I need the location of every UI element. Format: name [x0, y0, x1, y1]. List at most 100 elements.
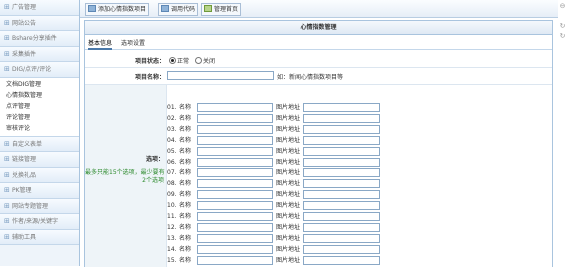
option-name-input[interactable]: [197, 113, 273, 123]
option-name-input[interactable]: [197, 179, 273, 189]
call-code-button[interactable]: 调用代码: [158, 3, 199, 16]
option-name-input[interactable]: [197, 124, 273, 134]
mood-index-panel: 心情指数管理 基本信息 选项设置 项目状态： 正常 关闭 项目名称： 如：新闻心…: [84, 20, 553, 267]
option-name-input[interactable]: [197, 190, 273, 200]
sidebar-group[interactable]: ⊞ 兑换礼品: [0, 167, 79, 183]
sidebar-group[interactable]: ⊞ 链接管理: [0, 152, 79, 168]
option-name-input[interactable]: [197, 135, 273, 145]
options-hint-line2: 2个选项: [142, 177, 164, 184]
sidebar-group[interactable]: ⊞ DIG/点评/评论: [0, 62, 79, 78]
option-row: 06. 名称 图片地址: [167, 157, 380, 168]
option-number: 04.: [167, 136, 177, 144]
option-image-input[interactable]: [303, 103, 380, 112]
sidebar-group[interactable]: ⊞ 广告管理: [0, 0, 79, 16]
option-image-label: 图片地址: [276, 114, 301, 122]
sidebar: ⊞ 广告管理 ⊞ 网站公告 ⊞ Bshare分享插件 ⊞ 采集插件 ⊞ DIG/点评/评论 文档DI…: [0, 0, 80, 266]
option-image-label: 图片地址: [276, 125, 301, 133]
option-number: 08.: [167, 180, 177, 188]
option-image-label: 图片地址: [276, 256, 301, 264]
option-image-label: 图片地址: [276, 191, 301, 199]
option-name-input[interactable]: [197, 157, 273, 167]
option-name-input[interactable]: [197, 255, 273, 265]
status-row: 项目状态： 正常 关闭: [85, 53, 552, 68]
option-image-input[interactable]: [303, 113, 380, 123]
refresh-icon[interactable]: ↻: [558, 22, 567, 30]
side-scroll-controls: ⊖ ↻ ↻: [558, 0, 567, 266]
refresh-icon-2[interactable]: ↻: [558, 32, 567, 40]
option-name-label: 名称: [179, 234, 192, 242]
option-row: 04. 名称 图片地址: [167, 135, 380, 146]
expand-icon: ⊞: [4, 18, 10, 27]
option-row: 14. 名称 图片地址: [167, 244, 380, 255]
option-name-label: 名称: [179, 136, 192, 144]
option-image-input[interactable]: [303, 201, 380, 211]
option-image-input[interactable]: [303, 179, 380, 189]
option-image-input[interactable]: [303, 233, 380, 243]
add-mood-item-button[interactable]: 添加心情指数项目: [85, 3, 150, 16]
option-row: 12. 名称 图片地址: [167, 222, 380, 233]
expand-icon: ⊞: [4, 155, 10, 163]
option-name-label: 名称: [179, 202, 192, 210]
option-image-input[interactable]: [303, 157, 380, 167]
collapse-icon[interactable]: ⊖: [558, 2, 567, 10]
option-image-input[interactable]: [303, 190, 380, 200]
sidebar-group[interactable]: ⊞ 网站专题管理: [0, 198, 79, 214]
option-name-input[interactable]: [197, 222, 273, 232]
sidebar-group[interactable]: ⊞ Bshare分享插件: [0, 31, 79, 47]
option-name-input[interactable]: [197, 168, 273, 178]
option-name-label: 名称: [179, 213, 192, 220]
expand-icon: ⊞: [4, 34, 10, 42]
admin-home-button[interactable]: 管理首页: [201, 3, 242, 16]
option-number: 13.: [167, 234, 177, 242]
option-row: 08. 名称 图片地址: [167, 178, 380, 189]
tab-basic-info[interactable]: 基本信息: [88, 39, 113, 50]
sidebar-group-label: DIG/点评/评论: [12, 66, 52, 73]
sidebar-group[interactable]: ⊞ 采集插件: [0, 46, 79, 62]
option-row: 05. 名称 图片地址: [167, 146, 380, 157]
option-image-input[interactable]: [303, 135, 380, 145]
sidebar-group[interactable]: ⊞ 辅助工具: [0, 229, 79, 245]
option-image-input[interactable]: [303, 244, 380, 254]
sidebar-group[interactable]: ⊞ 网站公告: [0, 15, 79, 31]
option-name-input[interactable]: [197, 146, 273, 156]
sidebar-item[interactable]: 评论管理: [6, 112, 79, 123]
option-image-label: 图片地址: [276, 104, 301, 111]
option-name-label: 名称: [179, 169, 192, 177]
option-image-input[interactable]: [303, 168, 380, 178]
expand-icon: ⊞: [4, 3, 10, 11]
option-image-label: 图片地址: [276, 147, 301, 155]
sidebar-item[interactable]: 点评管理: [6, 101, 79, 112]
expand-icon: ⊞: [4, 201, 10, 210]
sidebar-subitems: 文档DIG管理 心情指数管理 点评管理 评论管理 审核评论: [0, 77, 79, 137]
sidebar-group[interactable]: ⊞ 自定义表单: [0, 136, 79, 152]
option-image-input[interactable]: [303, 146, 380, 156]
option-row: 01. 名称 图片地址: [167, 102, 380, 113]
option-image-label: 图片地址: [276, 136, 301, 144]
option-row: 10. 名称 图片地址: [167, 200, 380, 211]
option-name-input[interactable]: [197, 212, 273, 221]
option-row: 02. 名称 图片地址: [167, 113, 380, 124]
status-radio-normal[interactable]: [169, 57, 176, 64]
option-name-input[interactable]: [197, 103, 273, 112]
option-number: 06.: [167, 158, 177, 166]
sidebar-item[interactable]: 文档DIG管理: [6, 79, 79, 90]
sidebar-item[interactable]: 心情指数管理: [6, 90, 79, 101]
sidebar-group[interactable]: ⊞ PK管理: [0, 183, 79, 199]
tab-option-settings[interactable]: 选项设置: [121, 39, 145, 48]
option-image-input[interactable]: [303, 255, 380, 265]
sidebar-item[interactable]: 审核评论: [6, 123, 79, 134]
status-radio-closed[interactable]: [194, 57, 202, 64]
option-name-input[interactable]: [197, 233, 273, 243]
option-name-input[interactable]: [197, 201, 273, 211]
options-label-cell: 选项： 最多只能15个选项，最少要有 2个选项: [85, 85, 167, 267]
expand-icon: ⊞: [4, 186, 10, 194]
option-name-input[interactable]: [197, 244, 273, 254]
option-name-label: 名称: [179, 158, 192, 166]
expand-icon: ⊞: [4, 232, 10, 241]
project-name-input[interactable]: [167, 71, 274, 80]
sidebar-group[interactable]: ⊞ 作者/来源/关键字: [0, 214, 79, 230]
option-row: 15. 名称 图片地址: [167, 255, 380, 266]
option-image-input[interactable]: [303, 222, 380, 232]
option-image-input[interactable]: [303, 212, 380, 221]
option-image-input[interactable]: [303, 124, 380, 134]
